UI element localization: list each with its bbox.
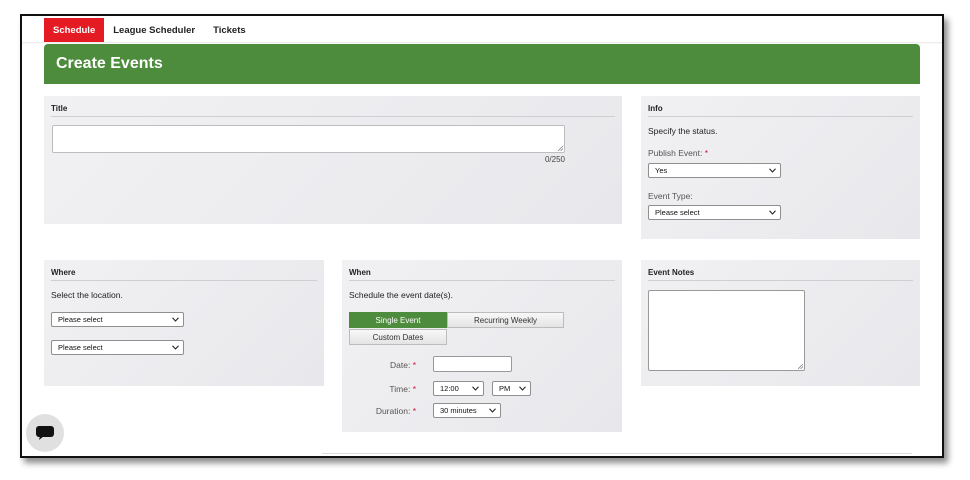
required-marker: * xyxy=(412,384,416,394)
event-notes-heading: Event Notes xyxy=(648,268,913,281)
title-input[interactable] xyxy=(52,125,565,153)
top-nav: Schedule League Scheduler Tickets xyxy=(44,18,255,42)
tab-single-event[interactable]: Single Event xyxy=(349,312,447,328)
chevron-down-icon xyxy=(769,168,776,173)
ampm-value: PM xyxy=(499,384,511,393)
where-panel-heading: Where xyxy=(51,268,317,281)
publish-event-label: Publish Event: * xyxy=(648,148,708,158)
where-panel: Where Select the location. Please select… xyxy=(44,260,324,386)
time-select[interactable]: 12:00 xyxy=(433,381,484,396)
title-panel: Title 0/250 xyxy=(44,96,622,224)
publish-event-select[interactable]: Yes xyxy=(648,163,781,178)
duration-value: 30 minutes xyxy=(440,406,477,415)
title-panel-heading: Title xyxy=(51,104,615,117)
required-marker: * xyxy=(412,360,416,370)
tab-custom-dates[interactable]: Custom Dates xyxy=(349,329,447,345)
chevron-down-icon xyxy=(769,210,776,215)
nav-league-scheduler[interactable]: League Scheduler xyxy=(104,18,204,42)
date-label: Date: * xyxy=(390,360,416,370)
event-notes-input[interactable] xyxy=(648,290,805,371)
tab-recurring-weekly[interactable]: Recurring Weekly xyxy=(447,312,564,328)
chat-bubble-icon xyxy=(36,426,54,440)
publish-event-label-text: Publish Event: xyxy=(648,148,703,158)
chat-button[interactable] xyxy=(26,414,64,452)
date-input[interactable] xyxy=(433,356,512,372)
time-label: Time: * xyxy=(389,384,416,394)
info-panel: Info Specify the status. Publish Event: … xyxy=(641,96,920,239)
required-marker: * xyxy=(704,148,709,158)
chevron-down-icon xyxy=(172,317,179,322)
location-select-2-value: Please select xyxy=(58,343,103,352)
event-type-value: Please select xyxy=(655,208,700,217)
nav-schedule[interactable]: Schedule xyxy=(44,18,105,42)
ampm-select[interactable]: PM xyxy=(492,381,531,396)
app-window: Schedule League Scheduler Tickets Create… xyxy=(20,14,944,458)
event-type-select[interactable]: Please select xyxy=(648,205,781,220)
event-type-label: Event Type: xyxy=(648,191,693,201)
chevron-down-icon xyxy=(489,408,496,413)
when-panel-heading: When xyxy=(349,268,615,281)
info-description: Specify the status. xyxy=(648,126,718,136)
duration-label-text: Duration: xyxy=(375,406,411,416)
chevron-down-icon xyxy=(472,386,479,391)
page-title-banner: Create Events xyxy=(44,44,920,84)
where-description: Select the location. xyxy=(51,290,123,300)
location-select-1-value: Please select xyxy=(58,315,103,324)
duration-select[interactable]: 30 minutes xyxy=(433,403,501,418)
resize-grip-icon[interactable] xyxy=(798,364,803,369)
footer-divider xyxy=(322,453,912,454)
location-select-1[interactable]: Please select xyxy=(51,312,184,327)
when-description: Schedule the event date(s). xyxy=(349,290,453,300)
info-panel-heading: Info xyxy=(648,104,913,117)
chevron-down-icon xyxy=(172,345,179,350)
publish-event-value: Yes xyxy=(655,166,668,175)
time-value: 12:00 xyxy=(440,384,459,393)
page-title: Create Events xyxy=(56,55,163,72)
when-panel: When Schedule the event date(s). Single … xyxy=(342,260,622,432)
time-label-text: Time: xyxy=(389,384,411,394)
nav-tickets[interactable]: Tickets xyxy=(204,18,255,42)
event-notes-panel: Event Notes xyxy=(641,260,920,386)
chevron-down-icon xyxy=(519,386,526,391)
required-marker: * xyxy=(412,406,416,416)
date-label-text: Date: xyxy=(389,360,411,370)
duration-label: Duration: * xyxy=(376,406,416,416)
resize-grip-icon[interactable] xyxy=(558,146,563,151)
title-char-counter: 0/250 xyxy=(544,155,565,164)
location-select-2[interactable]: Please select xyxy=(51,340,184,355)
